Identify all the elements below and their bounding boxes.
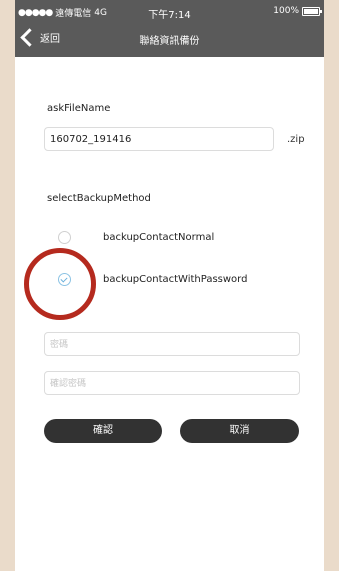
- battery-icon: [302, 6, 322, 16]
- confirm-password-input[interactable]: 確認密碼: [44, 371, 300, 395]
- password-input[interactable]: 密碼: [44, 332, 300, 356]
- phone-screen: ●●●●● 遠傳電信 4G 下午7:14 100% 返回 聯絡資訊備份 askF…: [15, 0, 324, 571]
- option-normal[interactable]: backupContactNormal: [58, 231, 214, 244]
- status-bar: ●●●●● 遠傳電信 4G 下午7:14 100%: [15, 0, 324, 22]
- highlight-circle: [24, 248, 96, 320]
- battery-fill: [304, 8, 318, 14]
- confirm-button[interactable]: 確認: [44, 419, 162, 443]
- battery-percent: 100%: [273, 6, 299, 16]
- page-title: 聯絡資訊備份: [139, 36, 200, 47]
- file-name-label: askFileName: [47, 103, 111, 114]
- cancel-button[interactable]: 取消: [180, 419, 299, 443]
- file-extension: .zip: [287, 134, 305, 145]
- nav-bar: ●●●●● 遠傳電信 4G 下午7:14 100% 返回 聯絡資訊備份: [15, 0, 324, 57]
- title-bar: 返回 聯絡資訊備份: [15, 24, 324, 54]
- option-with-password-label: backupContactWithPassword: [103, 274, 248, 285]
- backup-method-label: selectBackupMethod: [47, 193, 151, 204]
- option-normal-label: backupContactNormal: [103, 232, 215, 243]
- file-name-input[interactable]: 160702_191416: [44, 127, 274, 151]
- radio-normal[interactable]: [58, 231, 71, 244]
- status-right: 100%: [273, 6, 322, 16]
